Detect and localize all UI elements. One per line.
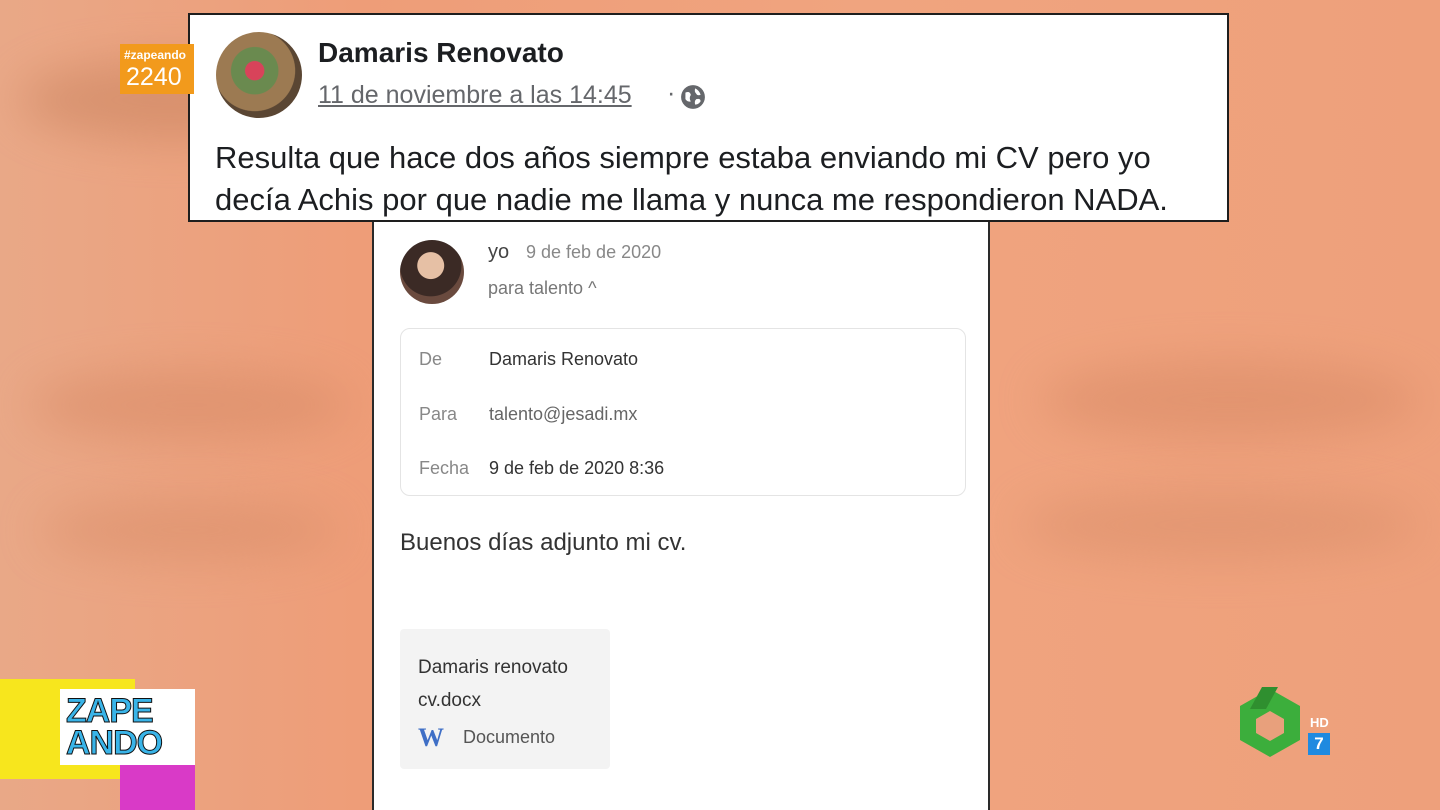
channel-number: 7 (1308, 733, 1330, 755)
attachment-card[interactable]: Damaris renovato cv.docx W Documento (400, 629, 610, 769)
email-sender: yo (488, 241, 510, 263)
logo-pink-block (120, 765, 195, 810)
to-value[interactable]: talento@jesadi.mx (489, 404, 637, 425)
lasexta-six-icon (1240, 687, 1300, 757)
from-label: De (419, 349, 443, 369)
logo-text-line1: ZAPE (65, 692, 154, 730)
to-label: Para (419, 404, 458, 424)
attachment-type: Documento (463, 727, 556, 747)
globe-icon (681, 85, 705, 109)
email-card: yo 9 de feb de 2020 para talento ^ De Da… (372, 205, 990, 810)
date-value: 9 de feb de 2020 8:36 (489, 458, 665, 478)
date-label: Fecha (419, 458, 470, 478)
badge-hashtag: #zapeando (124, 48, 187, 62)
lasexta-logo: HD 7 (1232, 683, 1332, 759)
facebook-post: Damaris Renovato 11 de noviembre a las 1… (188, 13, 1229, 222)
email-date: 9 de feb de 2020 (526, 242, 662, 262)
hd-label: HD (1310, 715, 1329, 730)
separator-dot: · (667, 79, 676, 107)
logo-text: ZAPE ANDO (65, 692, 163, 762)
episode-badge: #zapeando 2240 (120, 44, 194, 94)
badge-number: 2240 (126, 63, 182, 91)
email-recipient-toggle[interactable]: para talento ^ (488, 278, 597, 299)
email-body: Buenos días adjunto mi cv. (400, 529, 687, 556)
email-details-panel: De Damaris Renovato Para talento@jesadi.… (400, 328, 966, 496)
post-text: Resulta que hace dos años siempre estaba… (215, 140, 1168, 217)
author-avatar[interactable] (216, 32, 302, 118)
logo-text-line2: ANDO (65, 724, 163, 762)
from-value: Damaris Renovato (489, 349, 639, 369)
zapeando-logo: ZAPE ANDO (0, 679, 195, 810)
word-document-icon: W (418, 723, 444, 752)
post-timestamp[interactable]: 11 de noviembre a las 14:45 (318, 81, 632, 110)
sender-avatar (400, 240, 464, 304)
post-author[interactable]: Damaris Renovato (318, 37, 564, 69)
attachment-name: Damaris renovato cv.docx (418, 657, 568, 711)
